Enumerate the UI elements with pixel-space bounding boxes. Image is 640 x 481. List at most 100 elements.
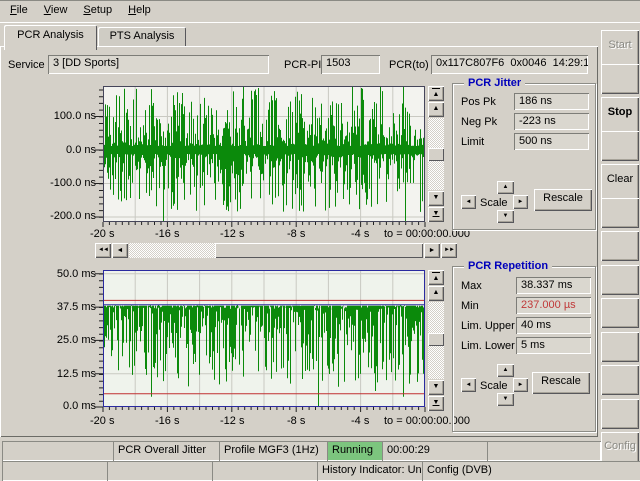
service-value-field[interactable]: 3 [DD Sports] <box>48 55 269 74</box>
pcr-pid-value-field[interactable]: 1503 <box>321 55 380 74</box>
left-arrow-icon: ◄ <box>466 382 472 388</box>
limit-value: 500 ns <box>514 133 589 150</box>
min-label: Min <box>461 300 479 312</box>
status-elapsed-time: 00:00:29 <box>382 441 490 461</box>
down-to-bar-icon: ▼ <box>433 210 440 217</box>
jitter-scale-right-button[interactable]: ► <box>513 195 528 209</box>
status-empty-1 <box>2 441 115 461</box>
neg-pk-value: -223 ns <box>514 113 589 130</box>
pcr-to-value-field: 0x117C807F6 0x0046 14:29:15 <box>431 55 588 74</box>
rep-scale-up-button[interactable]: ▲ <box>497 364 514 377</box>
pcr-jitter-chart <box>95 86 426 227</box>
spacer-button-6[interactable] <box>601 298 639 328</box>
jitter-scale-label: Scale <box>480 197 508 209</box>
double-right-arrow-icon: ►► <box>444 247 454 253</box>
rep-xtick-20s: -20 s <box>90 415 114 427</box>
double-left-arrow-icon: ◄◄ <box>98 247 108 253</box>
service-label: Service <box>8 59 45 71</box>
status-profile: Profile MGF3 (1Hz) <box>219 441 330 461</box>
rep-scale-down-button[interactable]: ▼ <box>497 393 514 406</box>
spacer-button-7[interactable] <box>601 332 639 362</box>
rep-vscroll-thumb[interactable] <box>428 333 444 346</box>
rep-scroll-up-button[interactable]: ▲ <box>428 286 444 301</box>
jitter-scale-left-button[interactable]: ◄ <box>461 195 476 209</box>
up-arrow-icon: ▲ <box>503 184 509 190</box>
jitter-xtick-20s: -20 s <box>90 228 114 240</box>
down-to-bar-icon: ▼ <box>433 399 440 406</box>
hscroll-far-right-button[interactable]: ►► <box>441 243 457 258</box>
jitter-scroll-down-button[interactable]: ▼ <box>428 191 444 206</box>
hscroll-far-left-button[interactable]: ◄◄ <box>95 243 111 258</box>
hscroll-left-button[interactable]: ◄ <box>112 243 128 258</box>
rep-scroll-to-top-button[interactable]: ▲ <box>428 270 444 285</box>
jitter-rescale-button[interactable]: Rescale <box>534 189 592 211</box>
min-value: 237.000 µs <box>516 297 591 314</box>
down-arrow-icon: ▼ <box>503 213 509 219</box>
menu-help[interactable]: Help <box>120 0 159 19</box>
rep-ytick-25: 25.0 ms <box>40 334 96 346</box>
jitter-scale-up-button[interactable]: ▲ <box>497 181 514 194</box>
spacer-button-3[interactable] <box>601 198 639 228</box>
up-arrow-icon: ▲ <box>433 105 440 112</box>
pcr-repetition-chart <box>95 270 426 412</box>
lim-lower-label: Lim. Lower <box>461 340 515 352</box>
pos-pk-value: 186 ns <box>514 93 589 110</box>
spacer-button-5[interactable] <box>601 265 639 295</box>
rep-scale-label: Scale <box>480 380 508 392</box>
status-measurement: PCR Overall Jitter <box>113 441 222 461</box>
hscroll-right-button[interactable]: ► <box>424 243 440 258</box>
jitter-xtick-8s: -8 s <box>287 228 305 240</box>
menu-bar: FileViewSetupHelp <box>0 0 640 23</box>
rep-scale-right-button[interactable]: ► <box>513 378 528 392</box>
jitter-scroll-up-button[interactable]: ▲ <box>428 102 444 117</box>
jitter-scroll-to-top-button[interactable]: ▲ <box>428 86 444 101</box>
jitter-xtick-12s: -12 s <box>220 228 244 240</box>
spacer-button-2[interactable] <box>601 131 639 161</box>
spacer-button-4[interactable] <box>601 231 639 261</box>
spacer-button-1[interactable] <box>601 64 639 94</box>
hscroll-thumb[interactable] <box>215 243 423 258</box>
tab-pcr-analysis[interactable]: PCR Analysis <box>4 25 97 50</box>
pos-pk-label: Pos Pk <box>461 96 496 108</box>
spacer-button-8[interactable] <box>601 365 639 395</box>
rep-scale-left-button[interactable]: ◄ <box>461 378 476 392</box>
jitter-ytick-m200: -200.0 ns <box>40 210 96 222</box>
rep-rescale-button[interactable]: Rescale <box>532 372 590 394</box>
rep-scroll-down-button[interactable]: ▼ <box>428 380 444 395</box>
up-to-bar-icon: ▲ <box>433 91 440 98</box>
rep-scroll-to-bottom-button[interactable]: ▼ <box>428 396 444 411</box>
menu-file[interactable]: File <box>2 0 36 19</box>
limit-label: Limit <box>461 136 484 148</box>
right-arrow-icon: ► <box>518 382 524 388</box>
rep-ytick-50: 50.0 ms <box>40 268 96 280</box>
status2-history-indicator: History Indicator: Unlimited <box>317 461 425 481</box>
down-arrow-icon: ▼ <box>433 194 440 201</box>
jitter-scroll-to-bottom-button[interactable]: ▼ <box>428 207 444 222</box>
pcr-to-label: PCR(to) <box>389 59 429 71</box>
down-arrow-icon: ▼ <box>503 396 509 402</box>
jitter-scale-down-button[interactable]: ▼ <box>497 210 514 223</box>
jitter-vscroll-thumb[interactable] <box>428 148 444 161</box>
menu-view[interactable]: View <box>36 0 76 19</box>
up-arrow-icon: ▲ <box>503 367 509 373</box>
rep-ytick-0: 0.0 ms <box>40 400 96 412</box>
tab-pts-analysis[interactable]: PTS Analysis <box>98 27 186 48</box>
spacer-button-9[interactable] <box>601 399 639 429</box>
status-running-badge: Running <box>327 441 385 461</box>
jitter-ytick-100: 100.0 ns <box>40 110 96 122</box>
menu-setup[interactable]: Setup <box>75 0 120 19</box>
rep-xtick-8s: -8 s <box>287 415 305 427</box>
status2-empty-3 <box>212 461 320 481</box>
jitter-xtick-16s: -16 s <box>155 228 179 240</box>
jitter-ytick-m100: -100.0 ns <box>40 177 96 189</box>
pcr-repetition-title: PCR Repetition <box>464 260 552 272</box>
rep-xtick-16s: -16 s <box>155 415 179 427</box>
down-arrow-icon: ▼ <box>433 383 440 390</box>
rep-ytick-12: 12.5 ms <box>40 368 96 380</box>
status-empty-2 <box>487 441 601 461</box>
pcr-jitter-title: PCR Jitter <box>464 77 525 89</box>
max-value: 38.337 ms <box>516 277 591 294</box>
lim-lower-value: 5 ms <box>516 337 591 354</box>
rep-ytick-37: 37.5 ms <box>40 301 96 313</box>
jitter-ytick-0: 0.0 ns <box>40 144 96 156</box>
